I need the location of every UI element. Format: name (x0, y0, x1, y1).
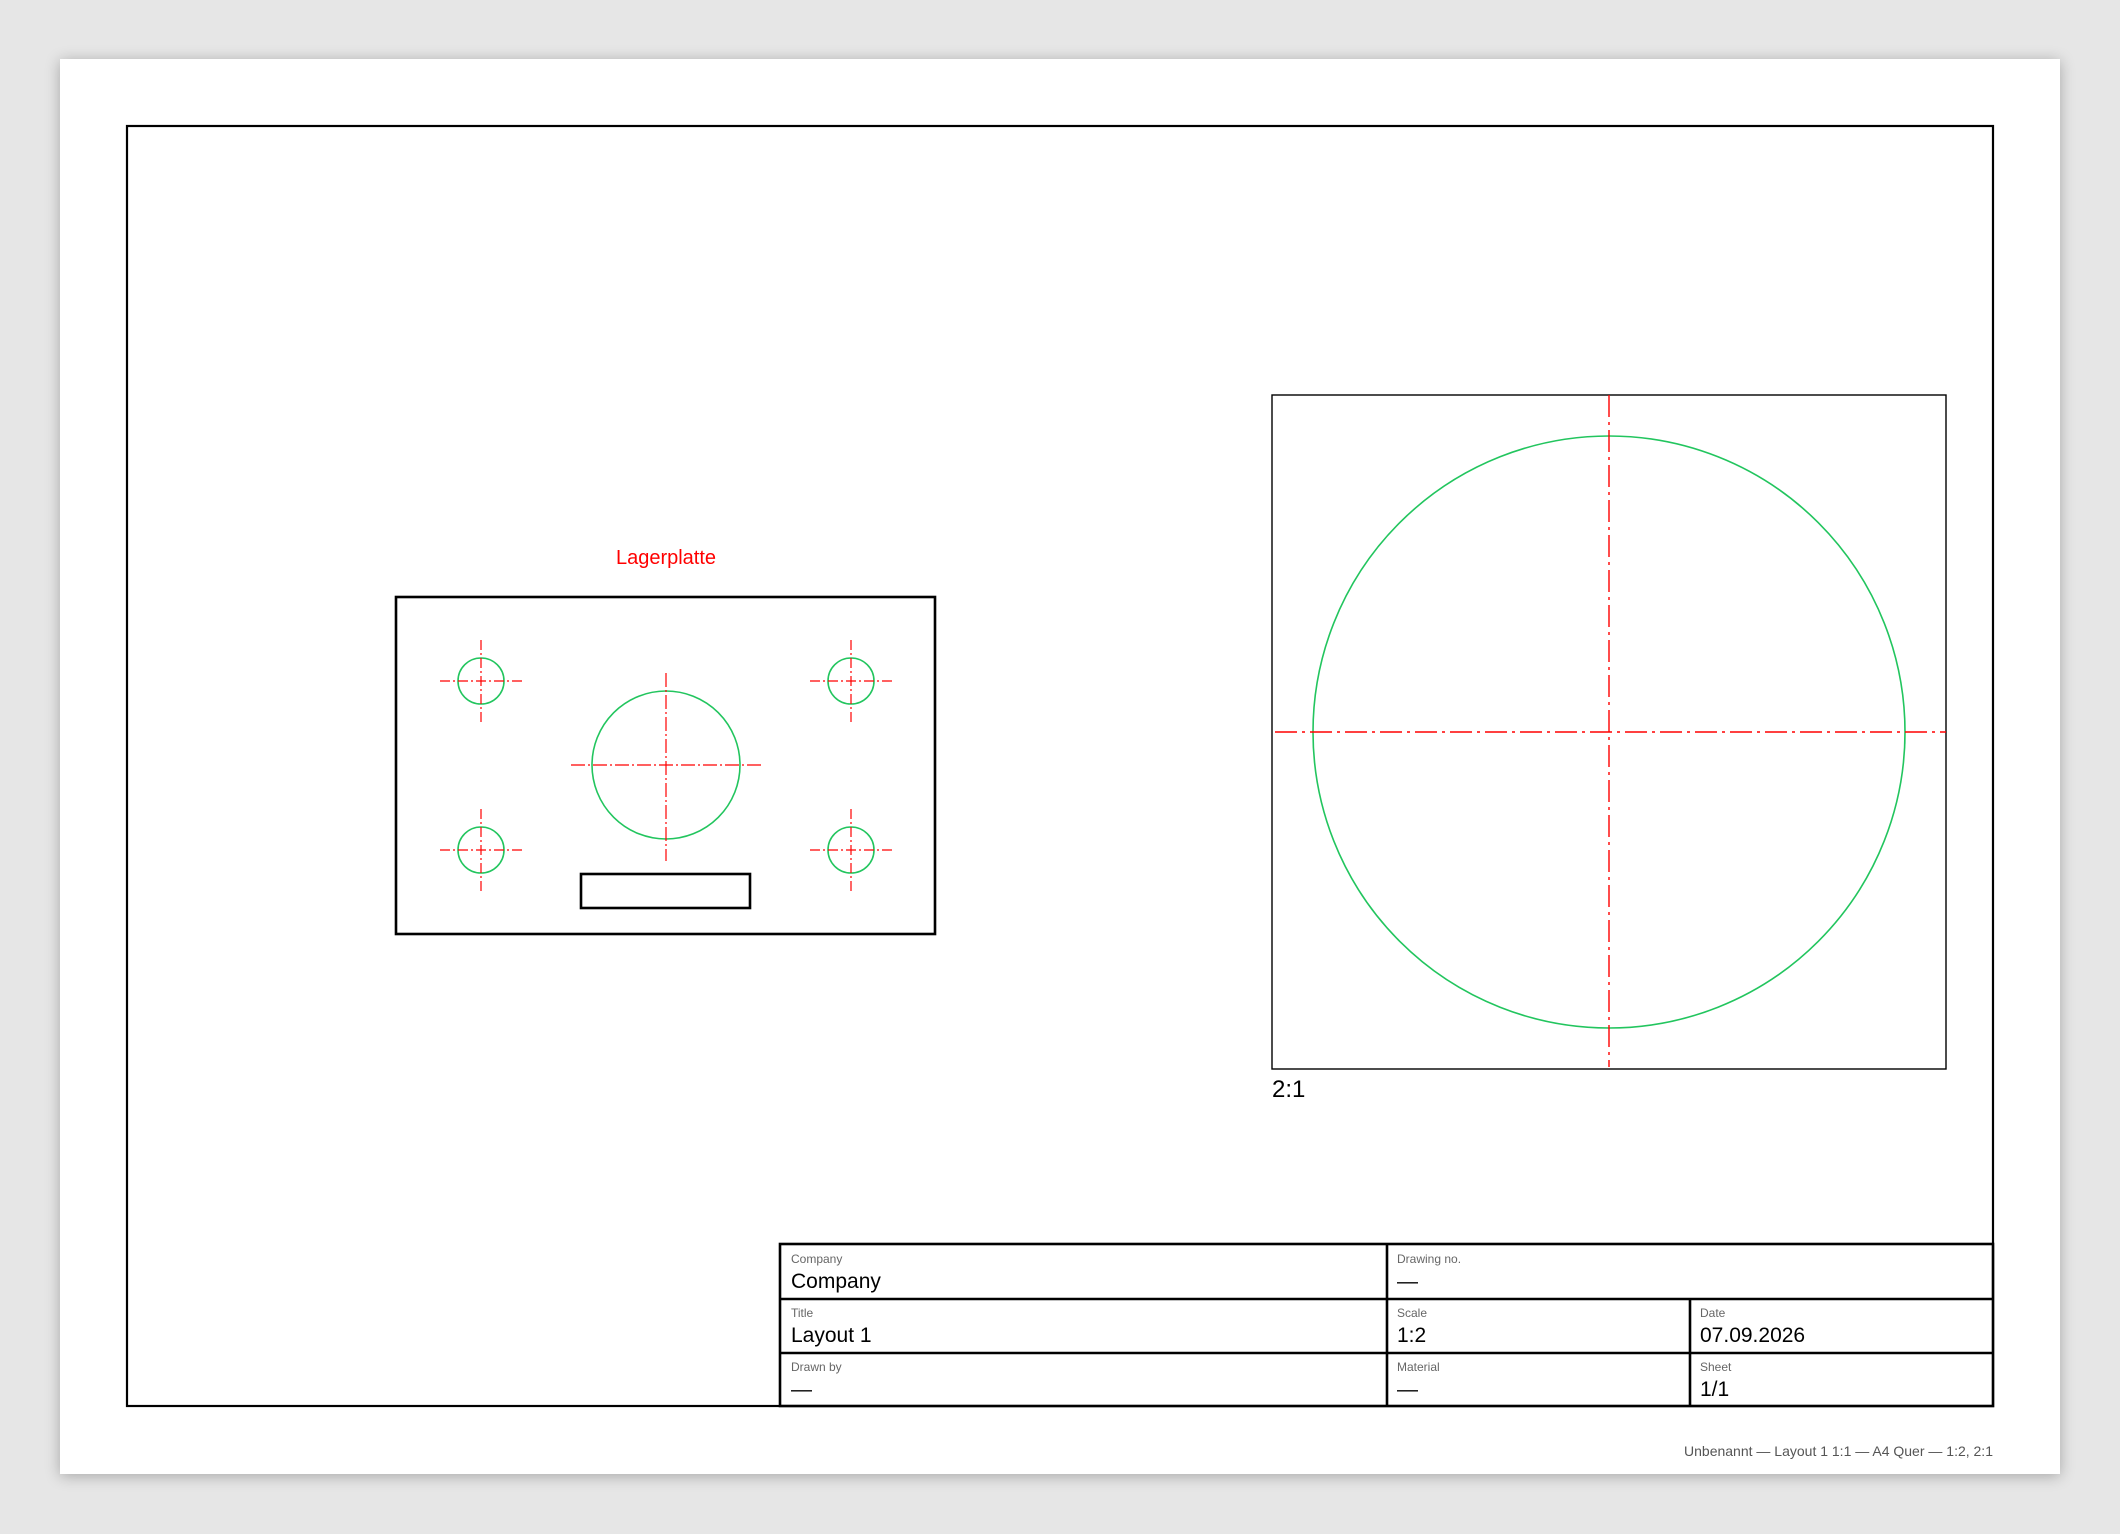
field-value: 07.09.2026 (1700, 1324, 1805, 1347)
hole-top-left (440, 640, 522, 722)
sheet-info-line: Unbenannt — Layout 1 1:1 — A4 Quer — 1:2… (1684, 1443, 1993, 1459)
drawing-canvas[interactable]: Lagerplatte 2:1 Company Company Drawing … (0, 0, 2120, 1534)
field-value: — (791, 1378, 812, 1401)
paper-sheet[interactable]: Lagerplatte 2:1 Company Company Drawing … (60, 59, 2060, 1474)
hole-top-right (810, 640, 892, 722)
sheet-drawing: Lagerplatte 2:1 Company Company Drawing … (125, 124, 1995, 1459)
field-label: Drawing no. (1397, 1252, 1461, 1266)
field-label: Drawn by (791, 1360, 842, 1374)
main-view-title: Lagerplatte (616, 547, 716, 569)
detail-view[interactable]: 2:1 (1271, 394, 1947, 1103)
slot-outline (579, 872, 752, 910)
field-label: Date (1700, 1306, 1726, 1320)
field-value: 1/1 (1700, 1378, 1729, 1401)
center-bore (571, 673, 761, 861)
field-label: Title (791, 1306, 814, 1320)
field-label: Material (1397, 1360, 1440, 1374)
field-label: Company (791, 1252, 842, 1266)
hole-bottom-left (440, 809, 522, 891)
field-value: — (1397, 1270, 1418, 1293)
field-value: 1:2 (1397, 1324, 1426, 1347)
hole-bottom-right (810, 809, 892, 891)
field-sheet[interactable]: Sheet 1/1 (1700, 1360, 1732, 1401)
field-value: Company (791, 1270, 881, 1293)
drawing-frame (125, 124, 1995, 1408)
title-block[interactable]: Company Company Drawing no. — Title Layo… (778, 1242, 1995, 1408)
field-value: Layout 1 (791, 1324, 872, 1347)
main-view[interactable]: Lagerplatte (394, 547, 937, 936)
field-scale[interactable]: Scale 1:2 (1397, 1306, 1427, 1347)
field-label: Sheet (1700, 1360, 1732, 1374)
detail-scale-label: 2:1 (1272, 1076, 1305, 1103)
field-value: — (1397, 1378, 1418, 1401)
field-label: Scale (1397, 1306, 1427, 1320)
